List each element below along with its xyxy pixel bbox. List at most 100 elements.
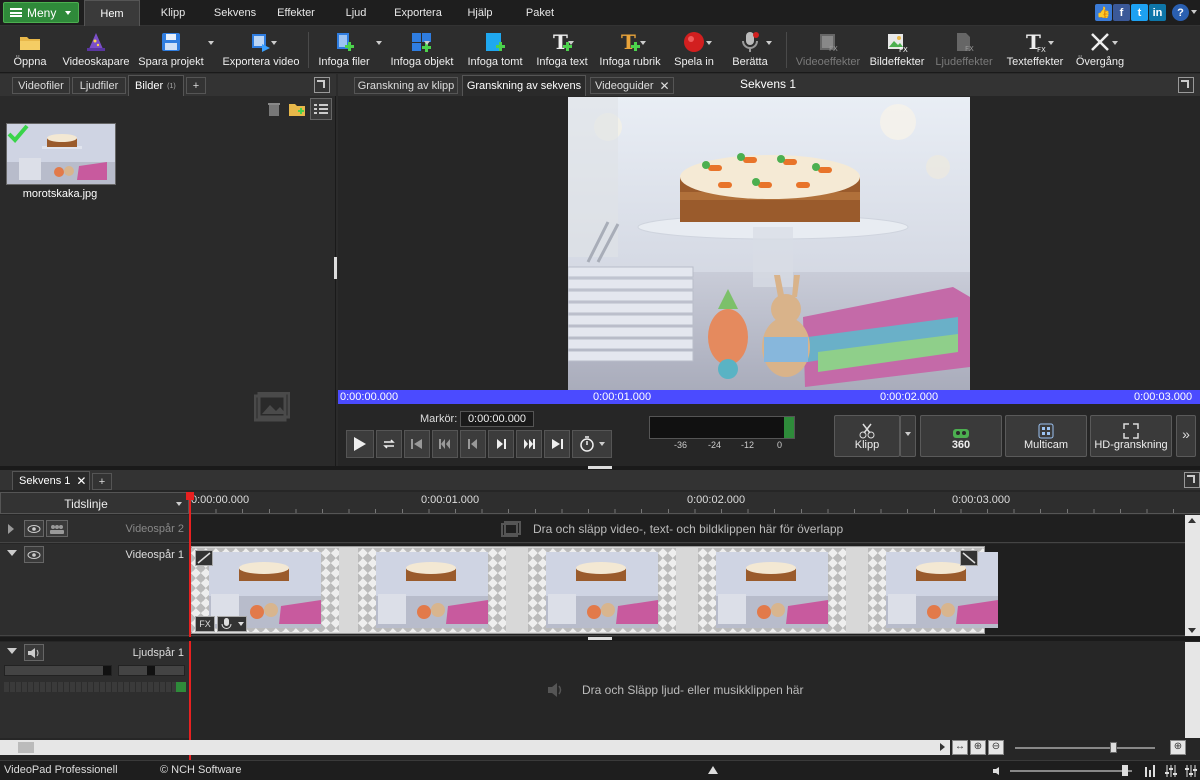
tab-ljud[interactable]: Ljud (336, 0, 376, 26)
mixer-icon[interactable] (1164, 764, 1178, 778)
cut-dropdown-button[interactable] (900, 415, 916, 457)
master-volume-thumb[interactable] (1122, 765, 1128, 776)
tab-sequence-1[interactable]: Sekvens 1 ✕ (12, 471, 90, 490)
open-button[interactable]: Öppna (6, 26, 54, 73)
marker-time-field[interactable]: 0:00:00.000 (460, 411, 534, 427)
narrate-button[interactable]: Berätta (728, 26, 772, 73)
zoom-in-icon[interactable]: ⊕ (1170, 740, 1186, 755)
previous-clip-button[interactable] (432, 430, 458, 458)
chevron-down-icon[interactable] (1112, 41, 1118, 45)
scroll-right-icon[interactable] (940, 743, 945, 751)
main-menu-button[interactable]: Meny (3, 2, 79, 23)
chevron-down-icon[interactable] (424, 41, 430, 45)
add-sequence-button[interactable]: + (92, 473, 112, 490)
hd-preview-button[interactable]: HD-granskning (1090, 415, 1172, 457)
insert-title-button[interactable]: T Infoga rubrik (598, 26, 662, 73)
zoom-slider[interactable] (1015, 747, 1155, 749)
tab-klipp[interactable]: Klipp (150, 0, 196, 26)
chevron-down-icon[interactable] (568, 41, 574, 45)
video-track-2-lane[interactable]: Dra och släpp video-, text- och bildklip… (189, 515, 1185, 543)
collapse-icon[interactable] (7, 648, 17, 654)
vertical-scrollbar[interactable] (1185, 515, 1200, 636)
master-volume-slider[interactable] (1010, 770, 1132, 772)
add-tab-button[interactable]: + (186, 77, 206, 94)
collapse-icon[interactable] (7, 550, 17, 556)
playhead-handle[interactable] (186, 492, 194, 500)
new-folder-icon[interactable] (287, 99, 307, 119)
settings-icon[interactable] (1184, 764, 1198, 778)
vr360-button[interactable]: 360 (920, 415, 1002, 457)
chevron-down-icon[interactable] (766, 41, 772, 45)
video-effects-button[interactable]: FX Videoeffekter (794, 26, 862, 73)
volume-slider[interactable] (4, 665, 112, 676)
twitter-icon[interactable]: t (1131, 4, 1148, 21)
previous-frame-button[interactable] (460, 430, 486, 458)
tab-sekvens[interactable]: Sekvens (208, 0, 262, 26)
insert-blank-button[interactable]: Infoga tomt (464, 26, 526, 73)
loop-button[interactable] (376, 430, 402, 458)
insert-files-button[interactable]: Infoga filer (314, 26, 374, 73)
chevron-down-icon[interactable] (1191, 10, 1197, 14)
tab-ljudfiler[interactable]: Ljudfiler (72, 77, 126, 94)
clip-microphone-icon[interactable] (217, 616, 247, 632)
cut-button[interactable]: Klipp (834, 415, 900, 457)
image-thumbnail[interactable] (6, 123, 116, 185)
speaker-icon[interactable] (992, 765, 1004, 777)
next-clip-button[interactable] (516, 430, 542, 458)
scroll-thumb[interactable] (18, 742, 34, 753)
videomaker-button[interactable]: Videoskapare (60, 26, 132, 73)
facebook-icon[interactable]: f (1113, 4, 1130, 21)
horizontal-scrollbar[interactable] (0, 740, 950, 755)
undock-icon[interactable] (1178, 77, 1194, 93)
help-icon[interactable]: ? (1172, 4, 1189, 21)
record-button[interactable]: Spela in (670, 26, 718, 73)
tab-clip-preview[interactable]: Granskning av klipp (354, 77, 458, 94)
speaker-icon[interactable] (24, 644, 44, 661)
people-icon[interactable] (46, 520, 68, 537)
insert-object-button[interactable]: Infoga objekt (388, 26, 456, 73)
video-preview-frame[interactable] (568, 97, 970, 390)
undock-icon[interactable] (314, 77, 330, 93)
zoom-in-icon[interactable]: ⊕ (970, 740, 986, 755)
tab-hem[interactable]: Hem (84, 0, 140, 26)
insert-text-button[interactable]: T Infoga text (532, 26, 592, 73)
chevron-down-icon[interactable] (271, 41, 277, 45)
play-button[interactable] (346, 430, 374, 458)
zoom-slider-thumb[interactable] (1110, 742, 1117, 753)
eye-icon[interactable] (24, 520, 44, 537)
scroll-down-icon[interactable] (1188, 628, 1196, 633)
chevron-down-icon[interactable] (706, 41, 712, 45)
fade-in-icon[interactable] (195, 550, 213, 566)
save-project-button[interactable]: Spara projekt (136, 26, 206, 73)
tab-hjalp[interactable]: Hjälp (460, 0, 500, 26)
audio-track-1-lane[interactable]: Dra och Släpp ljud- eller musikklippen h… (189, 642, 1185, 738)
linkedin-icon[interactable]: in (1149, 4, 1166, 21)
undock-icon[interactable] (1184, 472, 1200, 488)
tab-sequence-preview[interactable]: Granskning av sekvens (462, 75, 586, 96)
tab-video-guides[interactable]: Videoguider ✕ (590, 77, 674, 94)
close-icon[interactable]: ✕ (76, 474, 86, 488)
audio-meter-icon[interactable] (1143, 764, 1157, 778)
preview-ruler[interactable] (338, 390, 1200, 404)
audio-vertical-scrollbar[interactable] (1185, 642, 1200, 738)
multicam-button[interactable]: Multicam (1005, 415, 1087, 457)
playback-speed-button[interactable] (572, 430, 612, 458)
chevron-down-icon[interactable] (208, 41, 214, 45)
chevron-down-icon[interactable] (640, 41, 646, 45)
text-effects-button[interactable]: T FX Texteffekter (1002, 26, 1068, 73)
go-to-end-button[interactable] (544, 430, 570, 458)
scroll-up-icon[interactable] (1188, 518, 1196, 523)
timeline-ruler[interactable]: 0:00:00.000 0:00:01.000 0:00:02.000 0:00… (189, 492, 1200, 514)
tab-paket[interactable]: Paket (520, 0, 560, 26)
expand-icon[interactable] (8, 524, 14, 534)
transition-button[interactable]: Övergång (1072, 26, 1128, 73)
close-icon[interactable]: ✕ (660, 79, 670, 93)
zoom-out-icon[interactable]: ⊖ (988, 740, 1004, 755)
track-splitter[interactable] (0, 637, 1200, 641)
list-view-icon[interactable] (310, 98, 332, 120)
fit-width-icon[interactable]: ↔ (952, 740, 968, 755)
like-icon[interactable]: 👍 (1095, 4, 1112, 21)
next-frame-button[interactable] (488, 430, 514, 458)
image-effects-button[interactable]: FX Bildeffekter (866, 26, 928, 73)
chevron-down-icon[interactable] (1048, 41, 1054, 45)
